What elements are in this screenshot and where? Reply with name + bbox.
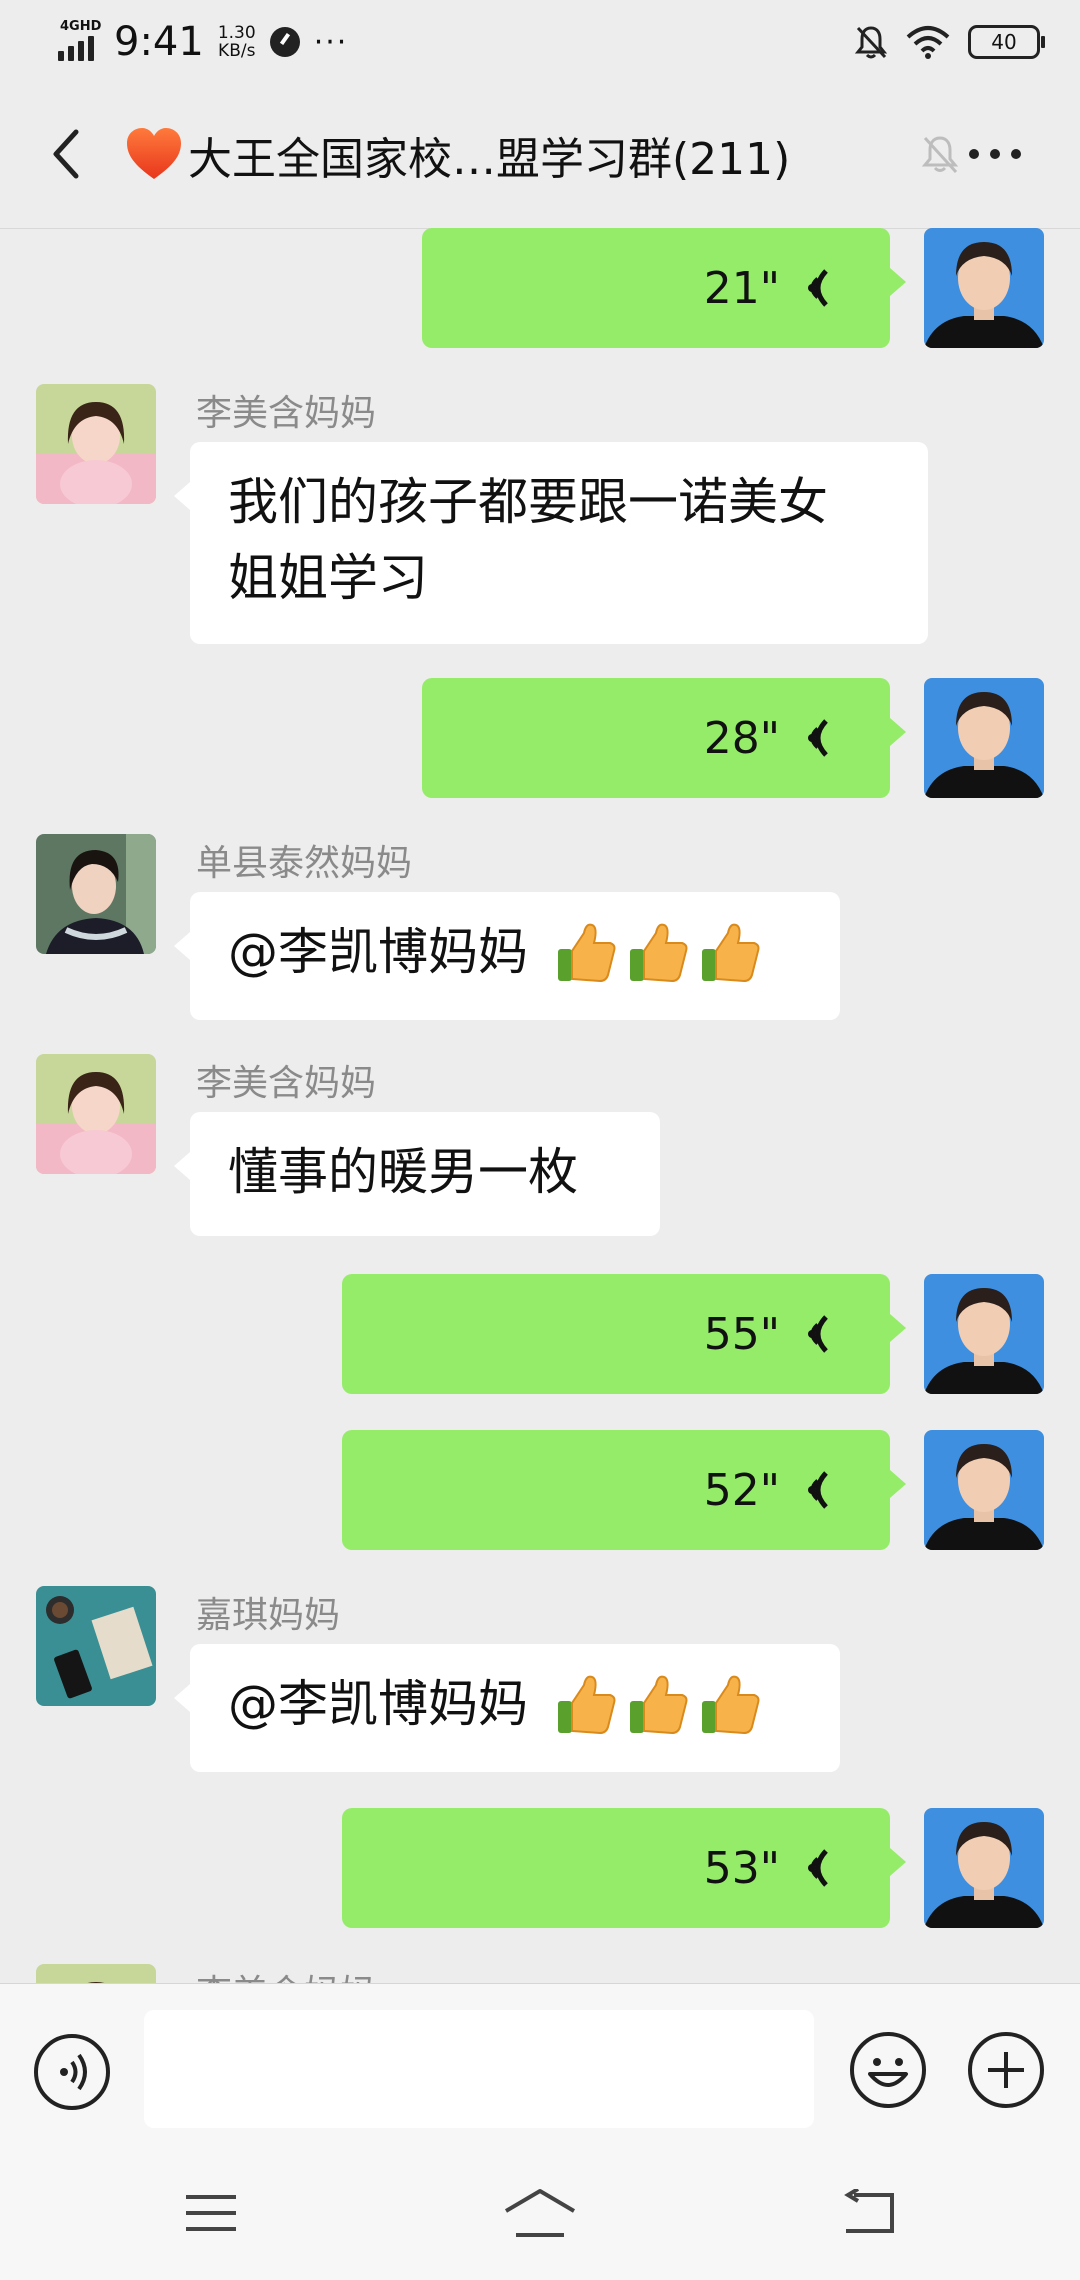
thumbs-up-icon <box>702 923 760 983</box>
wifi-icon <box>906 26 950 59</box>
chat-title[interactable]: 大王全国家校…盟学习群(211) <box>124 122 884 188</box>
message-list[interactable]: 21" 李美含妈妈 我们的孩子都要跟一诺美女 姐姐学习 28" 单县泰然妈妈 @… <box>0 228 1080 1983</box>
avatar[interactable] <box>36 1586 156 1706</box>
thumbs-up-icon <box>702 1675 760 1735</box>
avatar[interactable] <box>36 1964 156 1983</box>
sender-name: 李美含妈妈 <box>196 1964 376 1983</box>
voice-duration: 53" <box>703 1842 780 1894</box>
message-line: 我们的孩子都要跟一诺美女 <box>228 473 828 531</box>
status-app-icon <box>269 27 300 57</box>
signal-icon: 4GHD <box>58 19 106 65</box>
sender-name: 嘉琪妈妈 <box>196 1595 341 1636</box>
status-bar: 4GHD 9:41 1.30 KB/s ··· 40 <box>0 0 1080 82</box>
system-nav-bar <box>0 2153 1080 2280</box>
plus-icon[interactable] <box>966 2030 1046 2110</box>
back-icon[interactable] <box>38 124 98 184</box>
network-type: 4GHD <box>60 19 102 34</box>
message-line: 姐姐学习 <box>228 549 428 607</box>
voice-message[interactable]: 53" <box>342 1808 906 1928</box>
voice-message[interactable]: 55" <box>342 1274 906 1394</box>
menu-icon[interactable] <box>184 2191 238 2235</box>
network-speed: 1.30 KB/s <box>217 23 256 61</box>
avatar[interactable] <box>36 1054 156 1174</box>
chat-header: 大王全国家校…盟学习群(211) <box>0 82 1080 229</box>
thumbs-up-emojis <box>554 919 770 985</box>
avatar[interactable] <box>36 834 156 954</box>
avatar[interactable] <box>924 1274 1044 1394</box>
voice-duration: 28" <box>703 712 780 764</box>
heart-icon <box>127 128 181 179</box>
thumbs-up-icon <box>558 1675 616 1735</box>
message-input[interactable] <box>144 2010 814 2128</box>
thumbs-up-icon <box>630 923 688 983</box>
voice-wave-icon <box>808 719 828 757</box>
mention-text: @李凯博妈妈 <box>228 923 528 981</box>
voice-wave-icon <box>808 1849 828 1887</box>
voice-wave-icon <box>808 269 828 307</box>
text-message[interactable]: 我们的孩子都要跟一诺美女 姐姐学习 <box>174 442 928 644</box>
voice-message[interactable]: 28" <box>422 678 906 798</box>
thumbs-up-icon <box>558 923 616 983</box>
voice-wave-icon <box>808 1315 828 1353</box>
back-nav-icon[interactable] <box>840 2189 896 2237</box>
page-title: 大王全国家校…盟学习群(211) <box>188 134 791 185</box>
avatar[interactable] <box>36 384 156 504</box>
text-message[interactable]: @李凯博妈妈 <box>174 892 840 1020</box>
message-text: 懂事的暖男一枚 <box>228 1143 578 1201</box>
avatar[interactable] <box>924 1430 1044 1550</box>
sender-name: 单县泰然妈妈 <box>196 843 413 884</box>
text-message[interactable]: @李凯博妈妈 <box>174 1644 840 1772</box>
voice-message[interactable]: 52" <box>342 1430 906 1550</box>
voice-duration: 55" <box>703 1308 780 1360</box>
sender-name: 李美含妈妈 <box>196 393 377 434</box>
status-time: 9:41 <box>114 19 204 65</box>
mute-icon <box>921 136 959 174</box>
voice-duration: 52" <box>703 1464 780 1516</box>
text-message[interactable]: 懂事的暖男一枚 <box>174 1112 660 1236</box>
more-icon[interactable] <box>962 132 1032 176</box>
battery-icon: 40 <box>968 25 1045 59</box>
voice-message[interactable]: 21" <box>422 228 906 348</box>
thumbs-up-emojis <box>554 1671 770 1737</box>
thumbs-up-icon <box>630 1675 688 1735</box>
avatar[interactable] <box>924 228 1044 348</box>
avatar[interactable] <box>924 1808 1044 1928</box>
emoji-icon[interactable] <box>848 2030 928 2110</box>
status-more-icon: ··· <box>313 24 349 60</box>
voice-duration: 21" <box>703 262 780 314</box>
voice-input-icon[interactable] <box>32 2032 112 2112</box>
input-bar <box>0 1983 1080 2154</box>
home-icon[interactable] <box>502 2187 578 2239</box>
avatar[interactable] <box>924 678 1044 798</box>
voice-wave-icon <box>808 1471 828 1509</box>
sender-name: 李美含妈妈 <box>196 1063 377 1104</box>
mention-text: @李凯博妈妈 <box>228 1675 528 1733</box>
bell-off-icon <box>854 26 888 59</box>
